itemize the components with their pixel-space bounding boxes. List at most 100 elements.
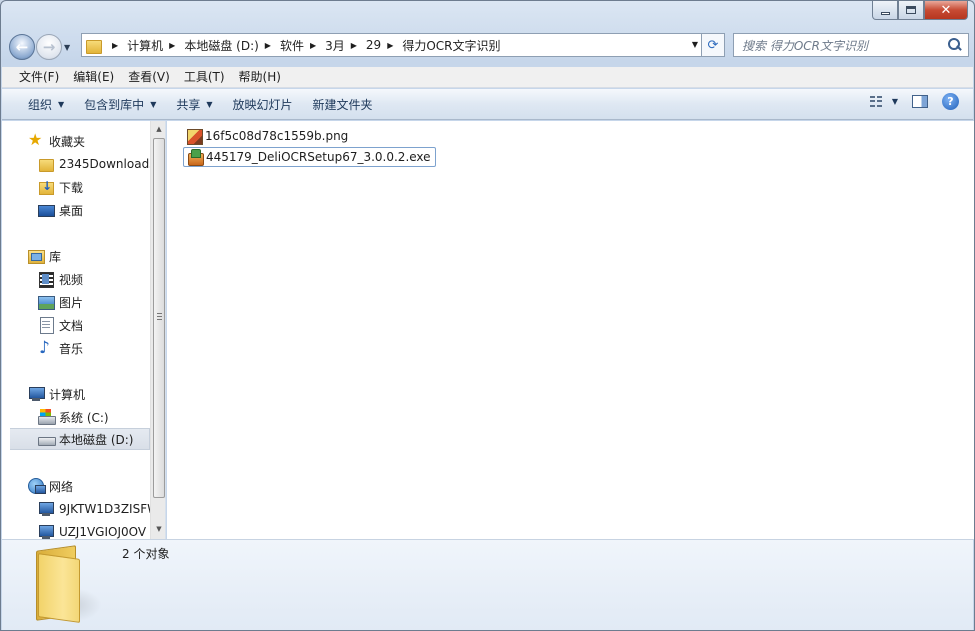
scroll-up-icon[interactable]: ▲ [151,121,165,137]
chevron-right-icon[interactable]: ▶ [259,41,280,50]
libraries-icon [28,248,45,264]
refresh-button[interactable]: ⟳ [701,33,725,57]
tree-label: 系统 (C:) [59,410,109,425]
tree-videos[interactable]: 视频 [38,268,150,290]
include-in-library-label: 包含到库中 [84,97,145,112]
caption-buttons: ✕ [872,1,968,20]
search-placeholder[interactable]: 搜索 得力OCR文字识别 [742,37,868,54]
forward-button[interactable]: → [36,34,62,60]
refresh-icon: ⟳ [707,37,719,53]
tree-downloads[interactable]: 下载 [38,176,150,198]
tree-label: 收藏夹 [49,134,86,149]
include-in-library-button[interactable]: 包含到库中 ▼ [74,92,166,116]
music-icon [38,338,54,358]
organize-button[interactable]: 组织 ▼ [18,92,74,116]
command-bar: 组织 ▼ 包含到库中 ▼ 共享 ▼ 放映幻灯片 新建文件夹 ▼ ? [2,89,973,120]
address-bar[interactable]: ▶ 计算机 ▶ 本地磁盘 (D:) ▶ 软件 ▶ 3月 ▶ 29 ▶ 得力OCR文字识别 … [81,33,725,57]
explorer-window: ✕ ← → ▼ ▶ 计算机 ▶ 本地磁盘 (D:) ▶ 软件 ▶ 3月 ▶ 29 ▶ 得力… [0,0,975,631]
breadcrumb-label[interactable]: 3月 [325,37,345,54]
chevron-down-icon: ▼ [150,99,157,109]
forward-arrow-icon: → [42,38,56,56]
chevron-down-icon: ▼ [206,99,213,109]
folder-icon [86,38,102,54]
search-icon[interactable] [948,38,962,52]
menu-view[interactable]: 查看(V) [121,68,177,87]
file-item[interactable]: 445179_DeliOCRSetup67_3.0.0.2.exe [183,147,436,167]
tree-label: 文档 [59,318,84,333]
folder-icon [38,156,54,172]
breadcrumb-item[interactable]: 计算机 ▶ [127,34,184,56]
scroll-down-icon[interactable]: ▼ [151,521,165,537]
tree-drive-d[interactable]: 本地磁盘 (D:) [10,428,150,450]
slideshow-button[interactable]: 放映幻灯片 [223,92,303,116]
folder-preview-icon [34,545,104,623]
tree-network-pc-2[interactable]: UZJ1VGIOJ0OV [38,521,150,539]
breadcrumb-item[interactable]: 29 ▶ [366,34,402,56]
navigation-pane: 收藏夹 2345Downloads 下载 桌面 库 视频 图片 文档 音乐 计算… [2,121,166,539]
chevron-right-icon[interactable]: ▶ [345,41,366,50]
file-item[interactable]: 16f5c08d78c1559b.png [183,126,352,146]
breadcrumb-label[interactable]: 本地磁盘 (D:) [184,37,258,54]
change-view-icon[interactable] [869,95,884,108]
breadcrumb-item[interactable]: 得力OCR文字识别 [402,34,500,56]
back-button[interactable]: ← [9,34,35,60]
view-options-dropdown[interactable]: ▼ [892,97,898,106]
share-button[interactable]: 共享 ▼ [166,92,222,116]
menu-tools[interactable]: 工具(T) [177,68,232,87]
tree-music[interactable]: 音乐 [38,337,150,359]
back-arrow-icon: ← [15,38,29,56]
file-name: 16f5c08d78c1559b.png [205,129,349,143]
file-list: 16f5c08d78c1559b.png 445179_DeliOCRSetup… [167,121,974,539]
tree-desktop[interactable]: 桌面 [38,199,150,221]
breadcrumb-label[interactable]: 得力OCR文字识别 [402,37,500,54]
breadcrumb-root[interactable]: ▶ [106,34,127,56]
tree-label: 桌面 [59,203,84,218]
tree-pictures[interactable]: 图片 [38,291,150,313]
tree-label: 视频 [59,272,84,287]
search-box[interactable]: 搜索 得力OCR文字识别 [733,33,969,57]
tree-libraries[interactable]: 库 [28,245,165,267]
chevron-right-icon[interactable]: ▶ [381,41,402,50]
maximize-button[interactable] [898,1,924,20]
navigation-scrollbar[interactable]: ▲ ▼ [150,121,165,539]
recent-pages-dropdown[interactable]: ▼ [64,43,76,52]
tree-label: 下载 [59,180,84,195]
menu-help[interactable]: 帮助(H) [232,68,288,87]
tree-computer[interactable]: 计算机 [28,383,165,405]
help-icon[interactable]: ? [942,93,959,110]
menu-edit[interactable]: 编辑(E) [66,68,121,87]
tree-label: 音乐 [59,341,84,356]
tree-favorites[interactable]: 收藏夹 [28,130,165,152]
chevron-right-icon[interactable]: ▶ [304,41,325,50]
installer-icon [187,149,204,166]
new-folder-button[interactable]: 新建文件夹 [303,92,383,116]
minimize-icon [880,11,890,15]
address-history-dropdown[interactable]: ▼ [692,40,698,49]
hard-drive-icon [38,431,56,447]
file-name: 445179_DeliOCRSetup67_3.0.0.2.exe [206,150,431,164]
share-label: 共享 [176,97,201,112]
view-controls: ▼ ? [869,93,959,110]
breadcrumb-item[interactable]: 软件 ▶ [280,34,325,56]
close-button[interactable]: ✕ [924,1,968,20]
breadcrumb-label[interactable]: 软件 [280,37,304,54]
breadcrumb-label[interactable]: 29 [366,38,381,52]
breadcrumb-label[interactable]: 计算机 [127,37,163,54]
network-computer-icon [38,524,54,539]
chevron-right-icon[interactable]: ▶ [163,41,184,50]
minimize-button[interactable] [872,1,898,20]
picture-icon [38,294,55,310]
tree-label: 计算机 [49,387,86,402]
tree-documents[interactable]: 文档 [38,314,150,336]
tree-2345downloads[interactable]: 2345Downloads [38,153,150,175]
chevron-right-icon[interactable]: ▶ [106,41,127,50]
tree-drive-c[interactable]: 系统 (C:) [38,406,150,428]
scrollbar-thumb[interactable] [153,138,165,498]
menu-file[interactable]: 文件(F) [12,68,66,87]
breadcrumb-item[interactable]: 本地磁盘 (D:) ▶ [184,34,280,56]
tree-network-pc-1[interactable]: 9JKTW1D3ZISFW [38,498,150,520]
breadcrumb-item[interactable]: 3月 ▶ [325,34,366,56]
tree-label: 2345Downloads [59,157,150,171]
tree-network[interactable]: 网络 [28,475,165,497]
preview-pane-icon[interactable] [912,95,928,108]
